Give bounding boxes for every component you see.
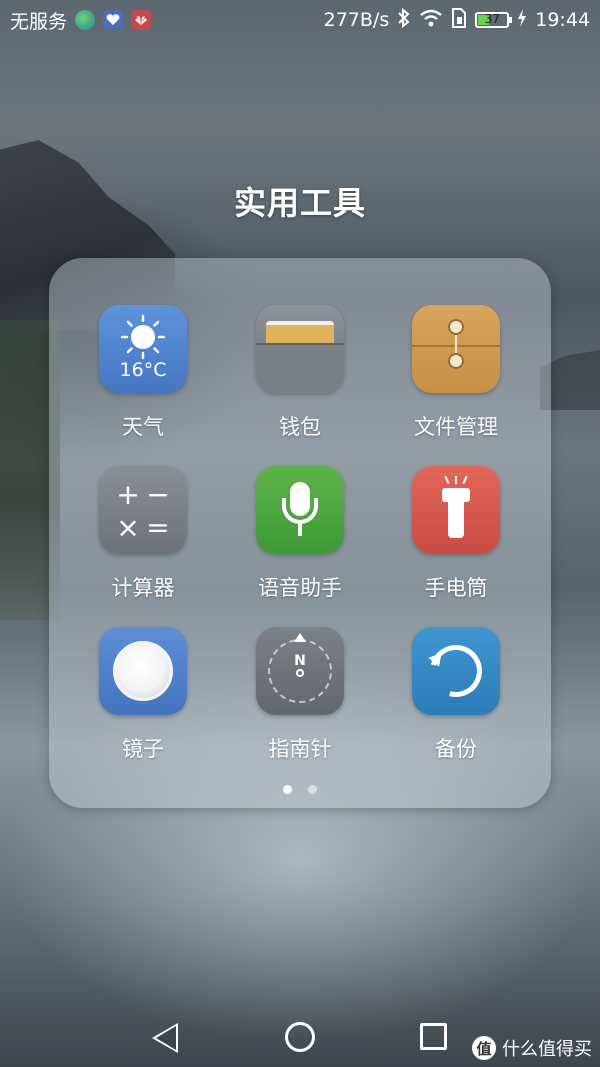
backup-icon[interactable] <box>412 627 500 715</box>
equals-symbol: = <box>146 511 170 544</box>
battery-level: 37 <box>484 12 500 26</box>
multiply-symbol: × <box>116 511 140 544</box>
app-folder: 16°C 天气 钱包 文件管理 + − × = 计算器 语音助手 手电筒 镜子 … <box>49 258 551 808</box>
backup-ring <box>420 635 492 707</box>
wifi-icon <box>419 9 443 32</box>
compass-icon[interactable]: N <box>256 627 344 715</box>
health-app-icon <box>103 10 124 30</box>
mirror-disc <box>113 641 173 701</box>
page-dot-active[interactable] <box>283 785 292 794</box>
app-label: 镜子 <box>122 737 164 761</box>
watermark-text: 什么值得买 <box>502 1039 592 1060</box>
status-bar: 无服务 277B/s 37 19:44 <box>0 0 600 40</box>
envelope-button-top <box>448 319 464 335</box>
network-speed: 277B/s <box>323 9 390 31</box>
compass-north-label: N <box>294 653 306 669</box>
app-label: 语音助手 <box>258 576 342 600</box>
app-wallet[interactable]: 钱包 <box>225 305 375 441</box>
wallet-pocket <box>256 343 344 393</box>
charging-icon <box>517 8 527 32</box>
app-label: 手电筒 <box>424 576 488 600</box>
status-bar-left: 无服务 <box>10 7 152 34</box>
wallet-icon[interactable] <box>256 305 344 393</box>
app-backup[interactable]: 备份 <box>381 627 531 763</box>
huawei-logo-icon <box>131 10 152 30</box>
carrier-status: 无服务 <box>10 10 68 33</box>
mic-arc <box>282 498 318 524</box>
battery-icon: 37 <box>475 12 513 28</box>
file-manager-icon[interactable] <box>412 305 500 393</box>
app-label: 钱包 <box>279 415 321 439</box>
page-dot[interactable] <box>308 785 317 794</box>
app-label: 指南针 <box>268 737 332 761</box>
app-label: 文件管理 <box>414 415 498 439</box>
light-ray <box>444 475 450 485</box>
app-compass[interactable]: N 指南针 <box>225 627 375 763</box>
flashlight-icon[interactable] <box>412 466 500 554</box>
weather-icon[interactable]: 16°C <box>99 305 187 393</box>
torch-head <box>442 488 470 502</box>
app-file-manager[interactable]: 文件管理 <box>381 305 531 441</box>
microphone-icon[interactable] <box>256 466 344 554</box>
watermark-logo: 值 <box>472 1036 496 1060</box>
page-indicator <box>49 785 551 794</box>
mirror-icon[interactable] <box>99 627 187 715</box>
calculator-symbols: + − × = <box>113 478 173 544</box>
app-mirror[interactable]: 镜子 <box>68 627 218 763</box>
light-ray <box>455 476 457 484</box>
weather-temperature: 16°C <box>119 359 167 381</box>
envelope-button-bottom <box>448 353 464 369</box>
watermark: 值 什么值得买 <box>472 1035 592 1061</box>
sun-icon <box>121 315 165 359</box>
app-label: 天气 <box>122 415 164 439</box>
back-icon-inner <box>156 1026 176 1050</box>
recents-icon[interactable] <box>420 1023 447 1050</box>
bluetooth-icon <box>397 7 411 33</box>
app-label: 计算器 <box>111 576 175 600</box>
mic-stem <box>298 524 302 536</box>
app-label: 备份 <box>435 737 477 761</box>
sim-card-icon <box>451 7 467 33</box>
app-calculator[interactable]: + − × = 计算器 <box>68 466 218 602</box>
torch-body <box>448 502 464 538</box>
navigation-bar: 值 什么值得买 <box>0 1005 600 1067</box>
plus-symbol: + <box>116 478 140 511</box>
app-flashlight[interactable]: 手电筒 <box>381 466 531 602</box>
calculator-icon[interactable]: + − × = <box>99 466 187 554</box>
folder-title[interactable]: 实用工具 <box>0 178 600 224</box>
light-ray <box>462 475 468 485</box>
home-icon[interactable] <box>285 1022 315 1052</box>
clock: 19:44 <box>535 9 590 31</box>
minus-symbol: − <box>146 478 170 511</box>
app-weather[interactable]: 16°C 天气 <box>68 305 218 441</box>
globe-app-icon <box>75 10 96 30</box>
compass-center <box>296 669 304 677</box>
status-bar-right: 277B/s 37 19:44 <box>323 7 590 33</box>
app-voice-assistant[interactable]: 语音助手 <box>225 466 375 602</box>
